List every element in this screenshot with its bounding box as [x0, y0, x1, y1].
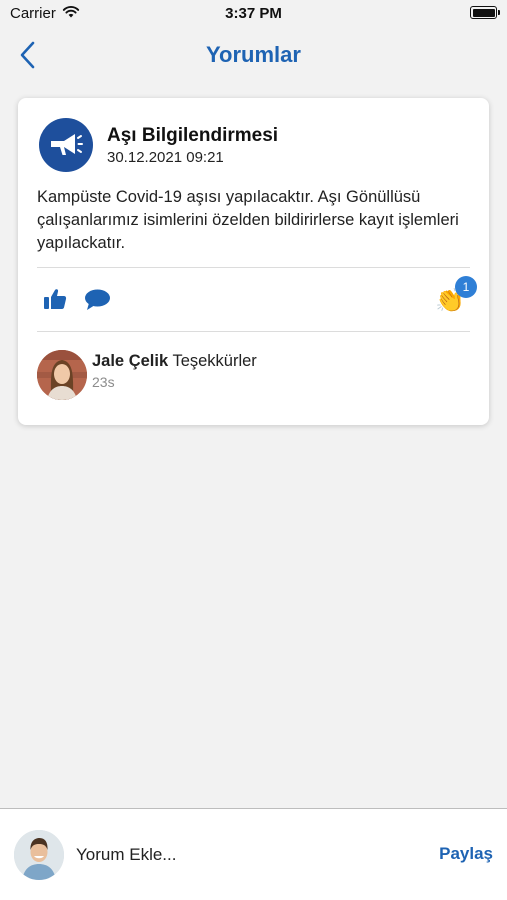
navigation-bar: Yorumlar [0, 28, 507, 84]
comment-body: Teşekkürler [172, 352, 257, 370]
page-title: Yorumlar [206, 42, 301, 67]
comment-text: Jale Çelik Teşekkürler [92, 352, 257, 371]
like-button[interactable] [43, 288, 67, 310]
battery-icon [470, 6, 500, 19]
comment-button[interactable] [84, 288, 111, 312]
post-date: 30.12.2021 09:21 [107, 149, 224, 166]
comment-timestamp: 23s [92, 374, 115, 390]
comment-input[interactable] [76, 841, 416, 869]
comment-composer: Paylaş [0, 808, 507, 900]
post-body: Kampüste Covid-19 aşısı yapılacaktır. Aş… [37, 188, 459, 252]
thumbs-up-icon [44, 289, 67, 309]
avatar [14, 830, 64, 880]
chat-bubble-icon [85, 289, 110, 310]
post-card: Aşı Bilgilendirmesi 30.12.2021 09:21 Kam… [18, 98, 489, 425]
status-time: 3:37 PM [225, 5, 282, 22]
share-button[interactable]: Paylaş [439, 844, 493, 864]
post-title: Aşı Bilgilendirmesi [107, 125, 279, 146]
megaphone-icon [39, 118, 93, 172]
comment-author: Jale Çelik [92, 352, 169, 370]
clap-count-badge: 1 [455, 276, 477, 298]
divider [37, 267, 470, 268]
divider [37, 331, 470, 332]
status-bar: Carrier 3:37 PM [0, 0, 507, 28]
avatar [37, 350, 87, 400]
